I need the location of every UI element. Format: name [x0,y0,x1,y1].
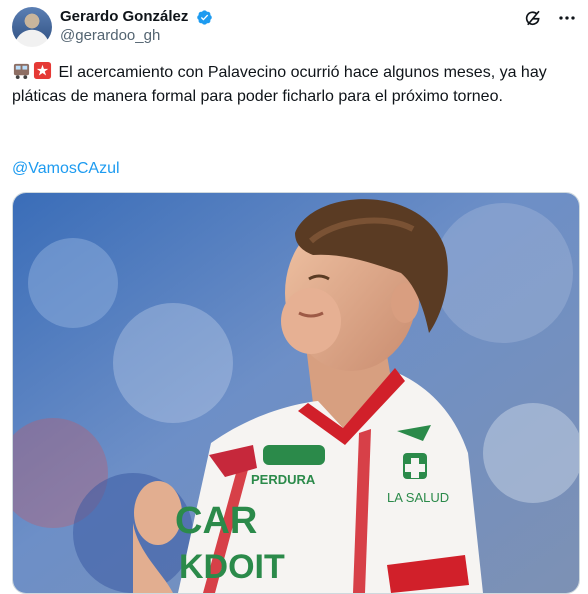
jersey-brand: LA SALUD [387,490,449,505]
post-image[interactable]: PERDURA LA SALUD CAR KDOIT [12,192,580,594]
jersey-sponsor-main: CAR [175,500,257,542]
post-header: Gerardo González @gerardoo_gh [12,7,576,49]
train-emoji [13,63,30,80]
player-photo: PERDURA LA SALUD CAR KDOIT [13,193,579,593]
verified-badge-icon [197,9,212,25]
more-icon[interactable] [558,11,576,25]
post-body: El acercamiento con Palavecino ocurrió h… [12,64,547,105]
jersey-sponsor-top: PERDURA [251,472,316,487]
mention-link[interactable]: @VamosCAzul [12,157,120,181]
jersey-sponsor-second: KDOIT [179,548,285,586]
author-display-name[interactable]: Gerardo González [60,8,188,26]
grok-icon[interactable] [524,9,542,27]
post-text: El acercamiento con Palavecino ocurrió h… [12,61,574,109]
train-emoji-2 [33,61,52,80]
author-block: Gerardo González @gerardoo_gh [60,8,213,46]
author-handle[interactable]: @gerardoo_gh [60,26,213,46]
avatar[interactable] [12,7,52,47]
